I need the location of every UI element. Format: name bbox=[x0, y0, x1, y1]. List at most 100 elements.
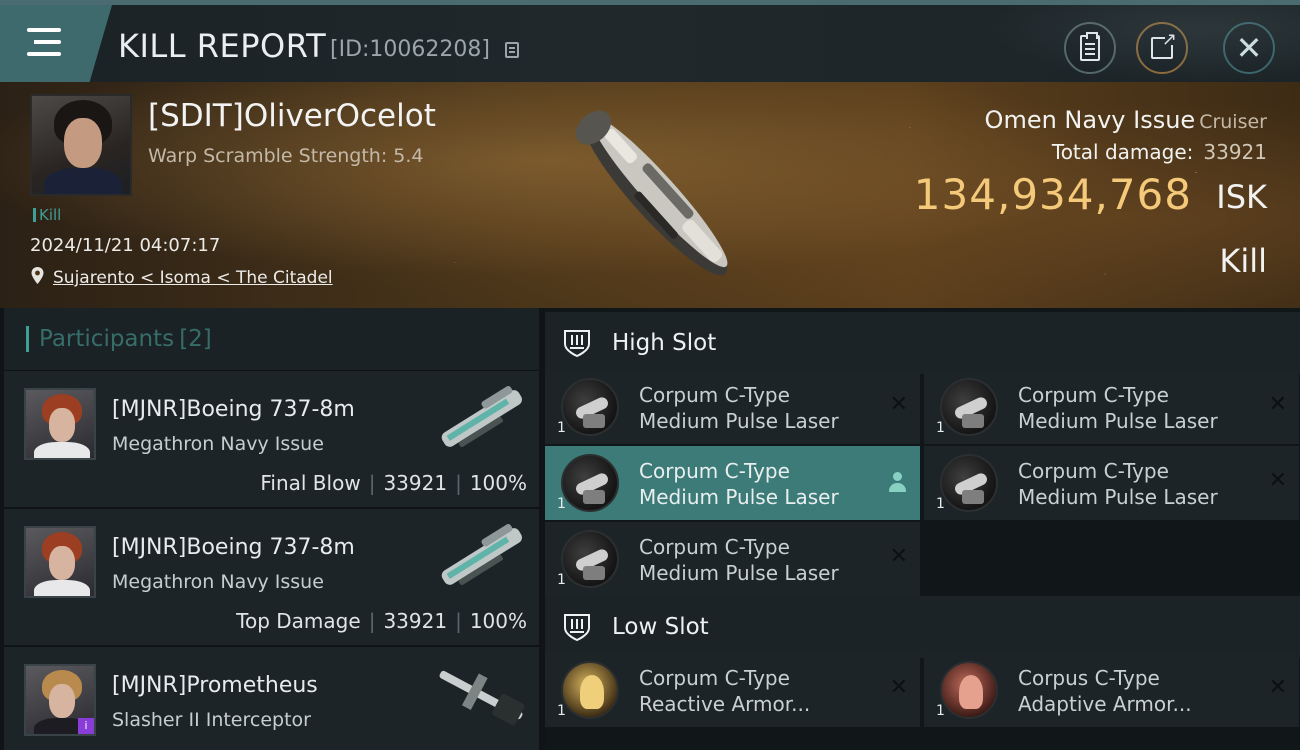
victim-ship-image[interactable] bbox=[545, 86, 765, 306]
warp-scramble-strength: Warp Scramble Strength: 5.4 bbox=[148, 145, 424, 167]
victim-pilot-name[interactable]: [SDIT]OliverOcelot bbox=[148, 98, 436, 134]
clipboard-icon bbox=[1080, 32, 1100, 61]
module-item[interactable]: 1 Corpum C-Type Reactive Armor... ✕ bbox=[545, 653, 920, 727]
high-slot-icon bbox=[564, 330, 590, 358]
module-quantity: 1 bbox=[557, 496, 566, 512]
participant-percent: 100% bbox=[469, 609, 527, 633]
total-damage-value: 33921 bbox=[1203, 140, 1267, 164]
module-name: Corpum C-Type Medium Pulse Laser bbox=[639, 383, 839, 433]
total-damage: Total damage: 33921 bbox=[1052, 140, 1267, 164]
kill-location-link[interactable]: Sujarento < Isoma < The Citadel bbox=[53, 268, 333, 288]
participant-damage: 33921 bbox=[383, 471, 448, 495]
participant-stats: Top Damage | 33921 | 100% bbox=[236, 609, 527, 633]
isk-unit: ISK bbox=[1216, 178, 1267, 216]
victim-ship-name[interactable]: Omen Navy Issue bbox=[985, 106, 1196, 134]
top-bar: KILL REPORT [ID:10062208] ✕ bbox=[0, 0, 1300, 82]
module-item[interactable]: 1 Corpum C-Type Medium Pulse Laser ✕ bbox=[545, 522, 920, 596]
victim-summary: [SDIT]OliverOcelot Warp Scramble Strengt… bbox=[0, 82, 1300, 308]
module-quantity: 1 bbox=[936, 703, 945, 719]
participant-name[interactable]: [MJNR]Boeing 737-8m bbox=[112, 397, 355, 422]
module-quantity: 1 bbox=[936, 420, 945, 436]
participant-avatar[interactable] bbox=[24, 388, 96, 460]
high-slot-label: High Slot bbox=[612, 330, 717, 356]
menu-button[interactable] bbox=[0, 5, 112, 82]
close-icon: ✕ bbox=[1235, 29, 1263, 67]
participant-name[interactable]: [MJNR]Prometheus bbox=[112, 673, 318, 698]
participant-role: Top Damage bbox=[236, 609, 361, 633]
module-name: Corpum C-Type Medium Pulse Laser bbox=[639, 535, 839, 585]
participant-ship-image bbox=[441, 386, 522, 448]
module-item-selected[interactable]: 1 Corpum C-Type Medium Pulse Laser bbox=[545, 446, 920, 520]
share-button[interactable] bbox=[1136, 22, 1188, 74]
participants-panel: Participants [2] [MJNR]Boeing 737-8m Meg… bbox=[4, 308, 539, 750]
destroyed-icon: ✕ bbox=[1268, 468, 1287, 493]
share-icon bbox=[1151, 29, 1177, 59]
module-name: Corpum C-Type Medium Pulse Laser bbox=[1018, 459, 1218, 509]
module-item[interactable]: 1 Corpum C-Type Medium Pulse Laser ✕ bbox=[924, 446, 1299, 520]
adaptive-armor-icon bbox=[940, 661, 998, 719]
pulse-laser-icon bbox=[561, 530, 619, 588]
module-quantity: 1 bbox=[557, 420, 566, 436]
kill-datetime: 2024/11/21 04:07:17 bbox=[30, 235, 221, 256]
participants-label: Participants bbox=[39, 326, 175, 352]
destroyed-icon: ✕ bbox=[889, 544, 908, 569]
module-quantity: 1 bbox=[936, 496, 945, 512]
participant-role: Final Blow bbox=[260, 471, 361, 495]
low-slot-label: Low Slot bbox=[612, 614, 709, 640]
participant-row[interactable]: [MJNR]Boeing 737-8m Megathron Navy Issue… bbox=[4, 371, 539, 509]
high-slot-header: High Slot bbox=[545, 312, 1300, 374]
participant-row[interactable]: [MJNR]Boeing 737-8m Megathron Navy Issue… bbox=[4, 509, 539, 647]
reactive-armor-icon bbox=[561, 661, 619, 719]
participant-stats: Final Blow | 33921 | 100% bbox=[260, 471, 527, 495]
participant-ship: Megathron Navy Issue bbox=[112, 433, 324, 455]
participants-count: [2] bbox=[179, 326, 212, 352]
participant-ship-image bbox=[441, 524, 522, 586]
victim-avatar[interactable] bbox=[30, 94, 132, 196]
module-name: Corpum C-Type Medium Pulse Laser bbox=[1018, 383, 1218, 433]
module-name: Corpum C-Type Medium Pulse Laser bbox=[639, 459, 839, 509]
module-name: Corpus C-Type Adaptive Armor... bbox=[1018, 666, 1192, 716]
participant-name[interactable]: [MJNR]Boeing 737-8m bbox=[112, 535, 355, 560]
participant-damage: 33921 bbox=[383, 609, 448, 633]
victim-ship-type: Omen Navy Issue Cruiser bbox=[985, 106, 1267, 134]
pulse-laser-icon bbox=[940, 454, 998, 512]
module-item[interactable]: 1 Corpum C-Type Medium Pulse Laser ✕ bbox=[545, 370, 920, 444]
module-quantity: 1 bbox=[557, 572, 566, 588]
participant-row[interactable]: i [MJNR]Prometheus Slasher II Intercepto… bbox=[4, 647, 539, 750]
participant-percent: 100% bbox=[469, 471, 527, 495]
location-pin-icon bbox=[31, 267, 44, 284]
low-slot-header: Low Slot bbox=[545, 596, 1300, 658]
info-badge-icon: i bbox=[78, 718, 94, 734]
kill-outcome: Kill bbox=[1219, 242, 1267, 280]
participant-ship: Megathron Navy Issue bbox=[112, 571, 324, 593]
participant-avatar[interactable] bbox=[24, 526, 96, 598]
participant-avatar[interactable]: i bbox=[24, 664, 96, 736]
page-title: KILL REPORT bbox=[118, 27, 327, 65]
pilot-icon bbox=[888, 472, 906, 494]
pulse-laser-icon bbox=[561, 454, 619, 512]
module-quantity: 1 bbox=[557, 703, 566, 719]
destroyed-icon: ✕ bbox=[889, 392, 908, 417]
clipboard-button[interactable] bbox=[1064, 22, 1116, 74]
pulse-laser-icon bbox=[561, 378, 619, 436]
report-id: [ID:10062208] bbox=[330, 37, 490, 62]
kill-tag: Kill bbox=[33, 208, 61, 223]
pulse-laser-icon bbox=[940, 378, 998, 436]
victim-ship-class: Cruiser bbox=[1199, 111, 1267, 133]
fitting-panel: High Slot 1 Corpum C-Type Medium Pulse La… bbox=[545, 308, 1300, 750]
copy-icon[interactable] bbox=[505, 42, 519, 58]
total-damage-label: Total damage: bbox=[1051, 140, 1194, 164]
close-button[interactable]: ✕ bbox=[1223, 22, 1275, 74]
low-slot-icon bbox=[564, 614, 590, 642]
participant-ship-image bbox=[439, 670, 525, 726]
participant-ship: Slasher II Interceptor bbox=[112, 709, 311, 731]
module-name: Corpum C-Type Reactive Armor... bbox=[639, 666, 811, 716]
participants-header: Participants [2] bbox=[4, 308, 539, 371]
module-item[interactable]: 1 Corpus C-Type Adaptive Armor... ✕ bbox=[924, 653, 1299, 727]
module-item[interactable]: 1 Corpum C-Type Medium Pulse Laser ✕ bbox=[924, 370, 1299, 444]
hamburger-menu-icon bbox=[27, 28, 61, 58]
destroyed-icon: ✕ bbox=[1268, 675, 1287, 700]
destroyed-icon: ✕ bbox=[889, 675, 908, 700]
destroyed-icon: ✕ bbox=[1268, 392, 1287, 417]
isk-value: 134,934,768 bbox=[913, 170, 1192, 219]
